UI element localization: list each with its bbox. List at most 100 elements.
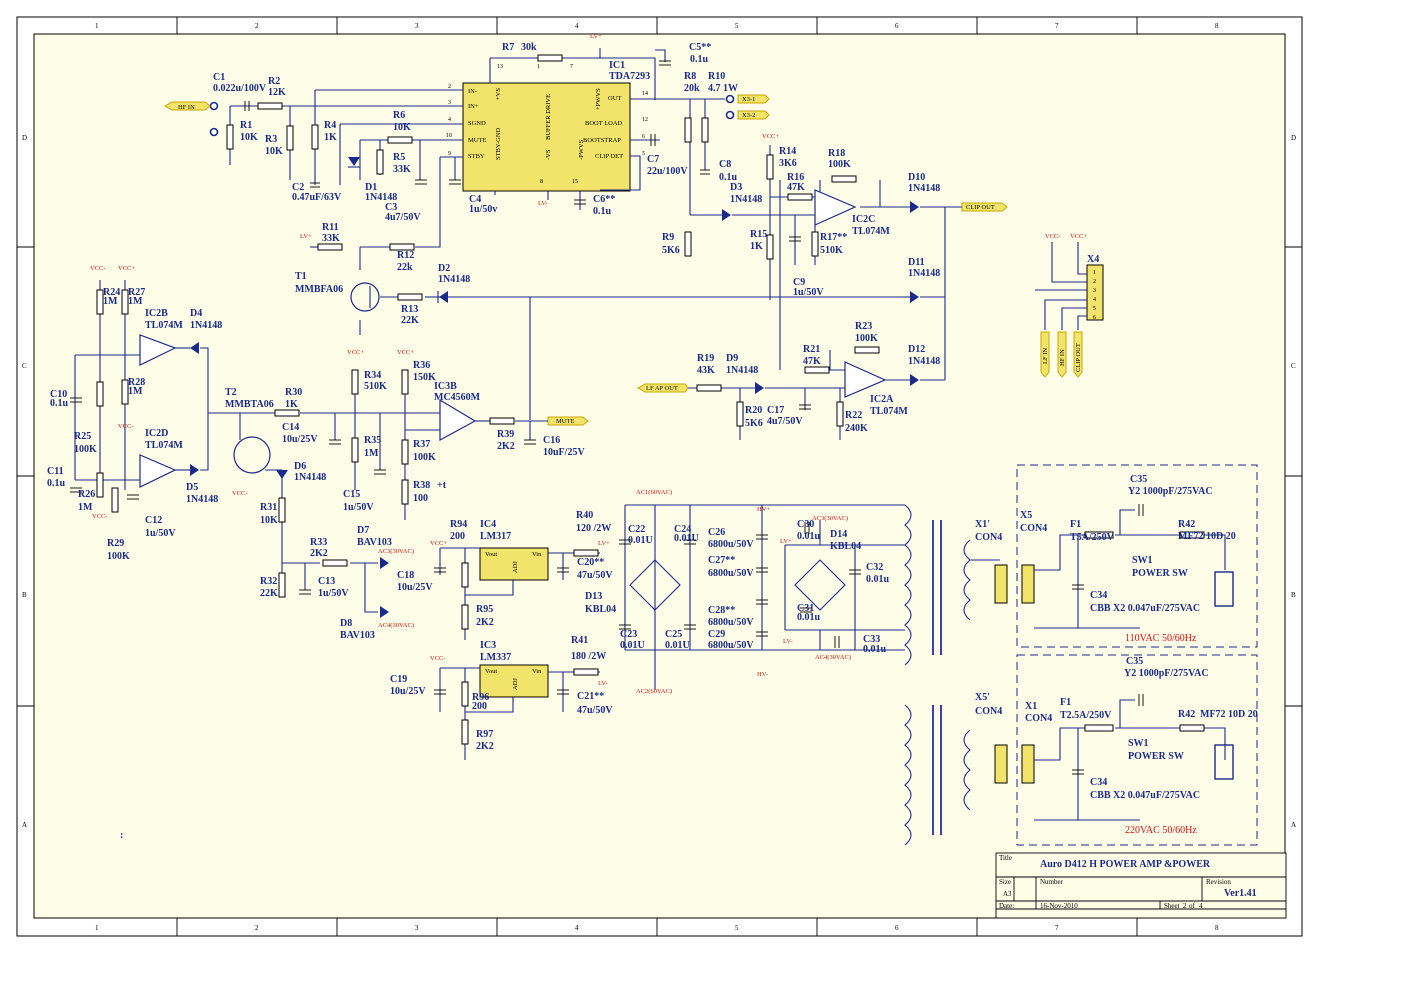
r36-value: 150K bbox=[413, 372, 436, 383]
d9-value: 1N4148 bbox=[726, 365, 758, 376]
r34-ref: R34 bbox=[364, 370, 381, 381]
r35-ref: R35 bbox=[364, 435, 381, 446]
t1-ref: T1 bbox=[295, 271, 307, 282]
r3-value: 10K bbox=[265, 146, 283, 157]
c8-ref: C8 bbox=[719, 159, 731, 170]
c7-value: 22u/100V bbox=[647, 166, 688, 177]
net-hv-plus: HV+ bbox=[757, 506, 770, 513]
row-left-a: A bbox=[22, 821, 27, 829]
r9-body bbox=[684, 231, 692, 257]
svg-text:2: 2 bbox=[1093, 279, 1096, 285]
c6-ref: C6** bbox=[593, 194, 615, 205]
ic1-pinnum-6: 6 bbox=[642, 134, 645, 140]
r9-ref: R9 bbox=[662, 232, 674, 243]
number-label: Number bbox=[1040, 878, 1064, 886]
r31-ref: R31 bbox=[260, 502, 277, 513]
c14-value: 10u/25V bbox=[282, 434, 318, 445]
r11-ref: R11 bbox=[322, 222, 339, 233]
c2-value: 0.47uF/63V bbox=[292, 192, 342, 203]
r12-ref: R12 bbox=[397, 250, 414, 261]
net-lv-plus-ic1: LV+ bbox=[590, 33, 602, 40]
r7-ref: R7 bbox=[502, 42, 514, 53]
row-right-c: C bbox=[1291, 362, 1296, 370]
c25-value: 0.01U bbox=[665, 640, 690, 651]
r10-value: 4.7 1W bbox=[708, 83, 738, 94]
r29-ref: R29 bbox=[107, 538, 124, 549]
ic1-pin-in-plus: IN+ bbox=[468, 103, 479, 110]
net-ac2: AC2(60VAC) bbox=[636, 688, 672, 695]
mains-220-caption: 220VAC 50/60Hz bbox=[1125, 825, 1197, 836]
r7-value: 30k bbox=[521, 42, 537, 53]
c18-ref: C18 bbox=[397, 570, 414, 581]
f1-110-value: T5A/250V bbox=[1070, 532, 1115, 543]
c30-value: 0.01u bbox=[797, 531, 821, 542]
lf-in-label: LF IN bbox=[1042, 348, 1049, 364]
c9-value: 1u/50V bbox=[793, 287, 824, 298]
d4-value: 1N4148 bbox=[190, 320, 222, 331]
c35-110-value: Y2 1000pF/275VAC bbox=[1128, 486, 1213, 497]
net-vcc-plus-r36: VCC+ bbox=[397, 349, 414, 356]
r13-ref: R13 bbox=[401, 304, 418, 315]
r1-value: 10K bbox=[240, 132, 258, 143]
x5-prime-body bbox=[994, 744, 1008, 784]
r42-220-ref: R42 bbox=[1178, 709, 1195, 720]
c16-ref: C16 bbox=[543, 435, 560, 446]
r33-value: 2K2 bbox=[310, 548, 328, 559]
row-right-b: B bbox=[1291, 591, 1296, 599]
ic2b-value: TL074M bbox=[145, 320, 183, 331]
col-top-1: 1 bbox=[95, 22, 99, 30]
c34-220-ref: C34 bbox=[1090, 777, 1107, 788]
ic1-pinnum-10: 10 bbox=[446, 133, 452, 139]
r10-ref: R10 bbox=[708, 71, 725, 82]
r11-value: 33K bbox=[322, 233, 340, 244]
r16-value: 47K bbox=[787, 182, 805, 193]
r30-value: 1K bbox=[285, 399, 298, 410]
r33-ref: R33 bbox=[310, 537, 327, 548]
net-vcc-plus-r27: VCC+ bbox=[118, 265, 135, 272]
size-label: Size bbox=[999, 878, 1011, 886]
r2-ref: R2 bbox=[268, 76, 280, 87]
r97-value: 2K2 bbox=[476, 741, 494, 752]
col-top-5: 5 bbox=[735, 22, 739, 30]
r22-ref: R22 bbox=[845, 410, 862, 421]
r12-value: 22k bbox=[397, 262, 413, 273]
c35-220-value: Y2 1000pF/275VAC bbox=[1124, 668, 1209, 679]
r4-value: 1K bbox=[324, 132, 337, 143]
r14-body bbox=[766, 154, 774, 180]
c33-value: 0.01u bbox=[863, 644, 887, 655]
x1-prime-value: CON4 bbox=[975, 532, 1002, 543]
c28-ref: C28** bbox=[708, 605, 735, 616]
c29-value: 6800u/50V bbox=[708, 640, 754, 651]
x5-value: CON4 bbox=[1020, 523, 1047, 534]
col-bottom-8: 8 bbox=[1215, 924, 1219, 932]
x3-2-terminal bbox=[725, 110, 735, 120]
d2-ref: D2 bbox=[438, 263, 450, 274]
d14-value: KBL04 bbox=[830, 541, 861, 552]
row-right-a: A bbox=[1291, 821, 1296, 829]
d3-value: 1N4148 bbox=[730, 194, 762, 205]
r30-ref: R30 bbox=[285, 387, 302, 398]
c4-value: 1u/50v bbox=[469, 204, 497, 215]
ic1-pin-mute: MUTE bbox=[468, 137, 486, 144]
net-vcc-minus-x4: VCC- bbox=[1045, 233, 1061, 240]
r26-ref: R26 bbox=[78, 489, 95, 500]
d12-value: 1N4148 bbox=[908, 356, 940, 367]
ic3b-value: MC4560M bbox=[434, 392, 481, 403]
c5-ref: C5** bbox=[689, 42, 711, 53]
ic2a-ref: IC2A bbox=[870, 394, 894, 405]
svg-text:1: 1 bbox=[1093, 270, 1096, 276]
c35-220-ref: C35 bbox=[1126, 656, 1143, 667]
c27-ref: C27** bbox=[708, 555, 735, 566]
d5-ref: D5 bbox=[186, 482, 198, 493]
col-bottom-5: 5 bbox=[735, 924, 739, 932]
ic2a-value: TL074M bbox=[870, 406, 908, 417]
col-top-7: 7 bbox=[1055, 22, 1059, 30]
c3-value: 4u7/50V bbox=[385, 212, 421, 223]
ic2b-ref: IC2B bbox=[145, 308, 168, 319]
d8-ref: D8 bbox=[340, 618, 352, 629]
r38-plus-t: +t bbox=[437, 480, 447, 491]
c26-ref: C26 bbox=[708, 527, 725, 538]
r14-ref: R14 bbox=[779, 146, 796, 157]
clip-out-label: CLIP OUT bbox=[966, 204, 995, 211]
row-right-d: D bbox=[1291, 134, 1296, 142]
